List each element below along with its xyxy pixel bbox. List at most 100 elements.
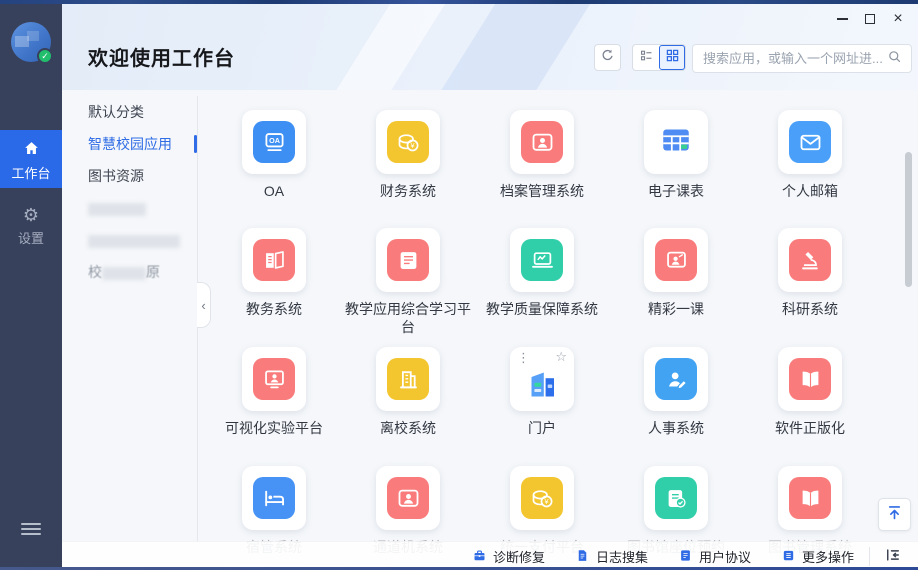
app-label: 门户: [475, 419, 609, 437]
redacted-text: [102, 267, 146, 280]
category-list: 默认分类智慧校园应用图书资源校原: [62, 96, 197, 540]
portal-buildings-icon: [524, 365, 560, 406]
avatar[interactable]: ✓: [11, 22, 51, 62]
app-card-精彩一课[interactable]: [644, 228, 708, 292]
app-card-教学应用综合学习平台[interactable]: [376, 228, 440, 292]
refresh-button[interactable]: [594, 44, 621, 71]
app-可视化实验平台: 可视化实验平台: [207, 347, 341, 437]
grid-view-icon: [664, 47, 681, 69]
app-教学质量保障系统: 教学质量保障系统: [475, 228, 609, 318]
hamburger-menu-icon[interactable]: [21, 520, 41, 538]
app-card-离校系统[interactable]: [376, 347, 440, 411]
bed-icon: [253, 477, 295, 519]
open-book-icon: [789, 358, 831, 400]
doc-check-icon: [655, 477, 697, 519]
laptop-chart-icon: [521, 239, 563, 281]
agreement-icon: [678, 548, 693, 566]
app-card-科研系统[interactable]: [778, 228, 842, 292]
app-card-门户[interactable]: ⋮☆: [510, 347, 574, 411]
app-电子课表: 电子课表: [609, 110, 743, 200]
bottom-bar-更多操作[interactable]: 更多操作: [781, 547, 854, 566]
app-card-图书馆座位预约[interactable]: [644, 466, 708, 530]
app-card-教务系统[interactable]: [242, 228, 306, 292]
bottom-bar-日志搜集[interactable]: 日志搜集: [575, 547, 648, 566]
online-check-icon: ✓: [37, 48, 53, 64]
maximize-button[interactable]: [858, 8, 882, 30]
category-item-redacted[interactable]: [62, 192, 197, 224]
category-item-redacted[interactable]: 校原: [62, 256, 197, 288]
window-top-edge: [0, 0, 918, 4]
search-input[interactable]: [703, 51, 886, 66]
app-card-人事系统[interactable]: [644, 347, 708, 411]
app-财务系统: ¥财务系统: [341, 110, 475, 200]
envelope-icon: [789, 121, 831, 163]
app-科研系统: 科研系统: [743, 228, 877, 318]
nav-settings[interactable]: ⚙ 设置: [0, 200, 62, 250]
redacted-text: [88, 235, 180, 248]
grid-view-button[interactable]: [659, 45, 685, 70]
app-card-个人邮箱[interactable]: [778, 110, 842, 174]
app-card-OA[interactable]: OA: [242, 110, 306, 174]
nav-workbench[interactable]: 工作台: [0, 130, 62, 188]
svg-text:¥: ¥: [544, 497, 549, 506]
category-item[interactable]: 默认分类: [62, 96, 197, 128]
toolbox-icon: [472, 548, 487, 566]
app-card-通道机系统[interactable]: [376, 466, 440, 530]
bottom-bar-label: 更多操作: [802, 547, 854, 566]
collapse-panel-icon: [884, 546, 902, 569]
arrow-up-to-top-icon: [885, 503, 904, 527]
app-档案管理系统: 档案管理系统: [475, 110, 609, 200]
nav-workbench-label: 工作台: [0, 163, 62, 182]
app-label: 软件正版化: [743, 419, 877, 437]
app-card-统一支付平台[interactable]: ¥: [510, 466, 574, 530]
page-title: 欢迎使用工作台: [88, 42, 235, 71]
kebab-menu-icon[interactable]: ⋮: [517, 350, 530, 366]
app-card-宿管系统[interactable]: [242, 466, 306, 530]
bottom-bar-label: 日志搜集: [596, 547, 648, 566]
app-card-软件正版化[interactable]: [778, 347, 842, 411]
building-icon: [387, 358, 429, 400]
search-box: [692, 44, 912, 73]
home-icon: [0, 139, 62, 161]
bottom-bar-label: 用户协议: [699, 547, 751, 566]
left-rail: ✓ 工作台 ⚙ 设置: [0, 0, 62, 570]
bottom-bar-用户协议[interactable]: 用户协议: [678, 547, 751, 566]
category-item[interactable]: 图书资源: [62, 160, 197, 192]
view-toggle-group: [632, 44, 686, 71]
app-OA: OAOA: [207, 110, 341, 200]
bottom-bar-label: 诊断修复: [493, 547, 545, 566]
category-item[interactable]: 智慧校园应用: [62, 128, 197, 160]
app-card-电子课表[interactable]: [644, 110, 708, 174]
app-label: 教学质量保障系统: [475, 300, 609, 318]
app-card-可视化实验平台[interactable]: [242, 347, 306, 411]
maximize-icon: [865, 14, 875, 24]
favorite-star-icon[interactable]: ☆: [555, 349, 567, 365]
app-card-图书管理系统[interactable]: [778, 466, 842, 530]
app-card-档案管理系统[interactable]: [510, 110, 574, 174]
minimize-button[interactable]: [830, 8, 854, 30]
app-label: 教务系统: [207, 300, 341, 318]
vertical-scrollbar[interactable]: [905, 152, 912, 287]
person-frame-icon: [521, 121, 563, 163]
board-person-icon: [253, 358, 295, 400]
category-item-redacted[interactable]: [62, 224, 197, 256]
app-label: 教学应用综合学习平台: [341, 300, 475, 336]
app-card-财务系统[interactable]: ¥: [376, 110, 440, 174]
bottom-bar: 诊断修复 日志搜集 用户协议 更多操作: [62, 541, 918, 570]
back-to-top-button[interactable]: [878, 498, 911, 531]
svg-text:¥: ¥: [410, 141, 415, 150]
presenter-icon: [655, 239, 697, 281]
collapse-panel-button[interactable]: [881, 546, 905, 568]
app-label: 电子课表: [609, 182, 743, 200]
window-controls: ×: [830, 8, 910, 30]
svg-text:OA: OA: [269, 136, 280, 145]
close-button[interactable]: ×: [886, 8, 910, 30]
log-file-icon: [575, 548, 590, 566]
list-view-button[interactable]: [633, 45, 659, 70]
minimize-icon: [837, 18, 848, 20]
chevron-left-icon: ‹: [201, 298, 205, 313]
bottom-bar-诊断修复[interactable]: 诊断修复: [472, 547, 545, 566]
list-view-icon: [638, 47, 655, 69]
coins-icon: ¥: [387, 121, 429, 163]
app-card-教学质量保障系统[interactable]: [510, 228, 574, 292]
